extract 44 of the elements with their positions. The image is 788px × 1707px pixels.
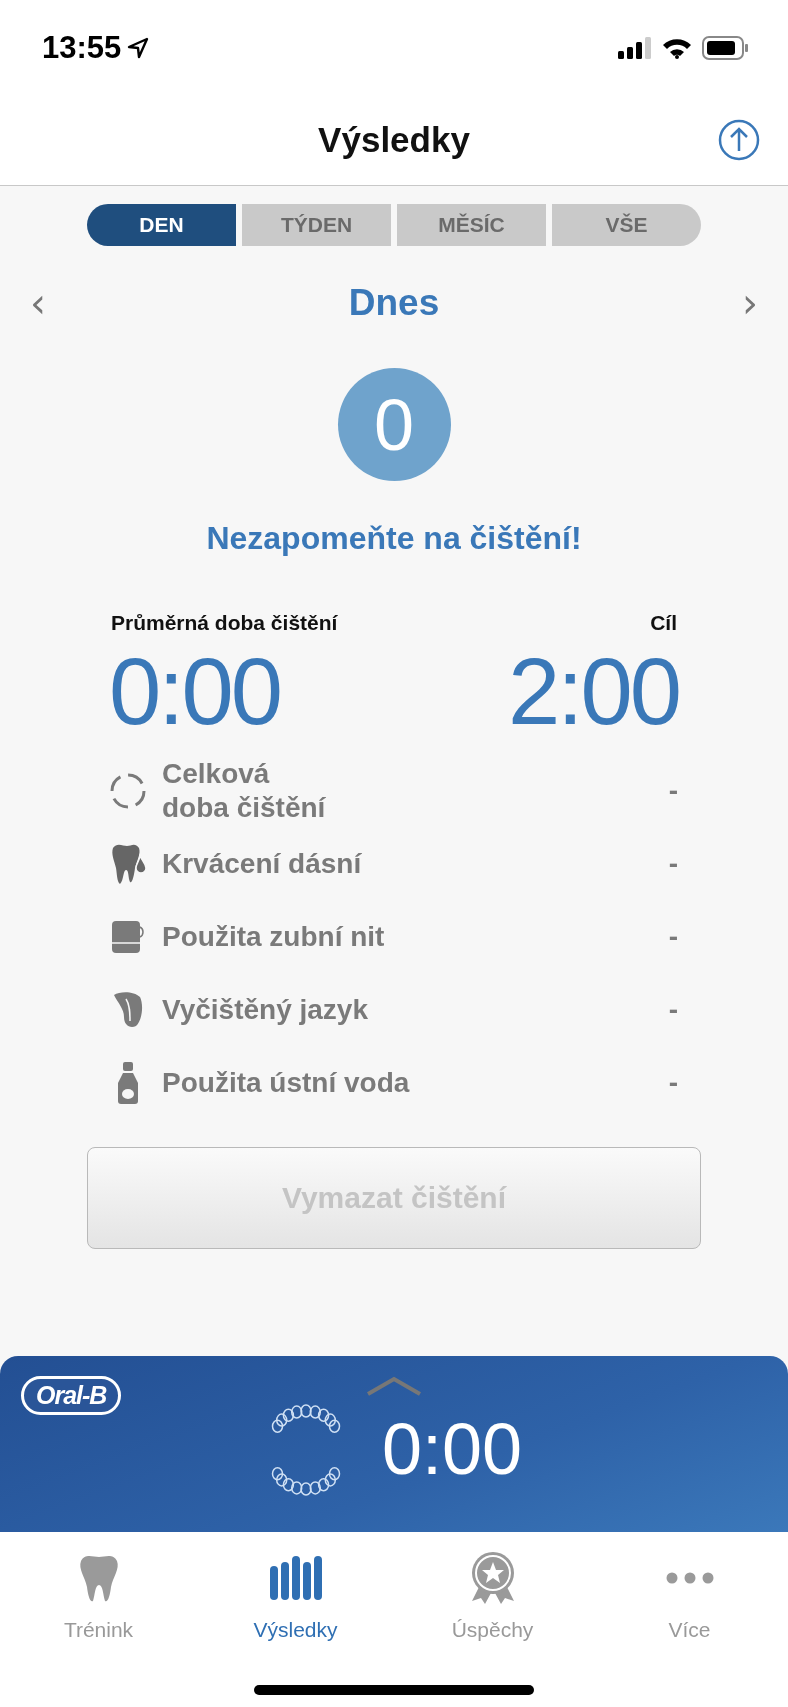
battery-icon xyxy=(702,35,748,60)
stat-label: Použita zubní nit xyxy=(161,919,386,954)
date-label: Dnes xyxy=(348,282,440,324)
period-tab[interactable]: VŠE xyxy=(552,204,701,246)
tongue-icon xyxy=(112,990,144,1029)
tab-bar-item[interactable]: Trénink xyxy=(0,1532,197,1662)
goal-label: Cíl xyxy=(650,610,677,636)
stat-value: - xyxy=(668,847,678,880)
stat-label: Použita ústní voda xyxy=(161,1065,411,1100)
upload-icon[interactable] xyxy=(718,119,760,161)
tab-bar-item[interactable]: Výsledky xyxy=(197,1532,394,1662)
average-label: Průměrná doba čištění xyxy=(111,610,338,636)
home-indicator[interactable] xyxy=(254,1685,534,1695)
stat-label: Krvácení dásní xyxy=(161,846,363,881)
next-day-button[interactable]: › xyxy=(736,280,764,326)
screen-title: Výsledky xyxy=(318,120,470,160)
average-time: 0:00 xyxy=(109,644,280,740)
period-tab[interactable]: MĚSÍC xyxy=(397,204,546,246)
brushing-timer: 0:00 xyxy=(381,1408,523,1490)
session-count: 0 xyxy=(337,368,451,481)
tab-bar-item[interactable]: Úspěchy xyxy=(394,1532,591,1662)
previous-day-button[interactable]: ‹ xyxy=(24,280,52,326)
brand-logo: Oral-B xyxy=(21,1376,122,1415)
bar-chart-icon xyxy=(269,1556,322,1600)
location-arrow-icon xyxy=(127,36,150,59)
stat-value: - xyxy=(668,993,678,1026)
goal-time: 2:00 xyxy=(508,644,679,740)
dashed-circle-icon xyxy=(109,771,147,810)
more-icon xyxy=(665,1572,714,1584)
bottle-icon xyxy=(115,1060,141,1105)
period-tab[interactable]: TÝDEN xyxy=(242,204,391,246)
chevron-up-icon[interactable] xyxy=(366,1376,422,1396)
stat-value: - xyxy=(668,1066,678,1099)
tab-bar-item[interactable]: Více xyxy=(591,1532,788,1662)
stat-value: - xyxy=(668,774,678,807)
reminder-text: Nezapomeňte na čištění! xyxy=(206,519,582,558)
stat-label: Vyčištěný jazyk xyxy=(161,992,369,1027)
signal-icon xyxy=(618,36,652,59)
wifi-icon xyxy=(662,36,692,59)
stat-label: Celková doba čištění xyxy=(161,756,327,825)
stat-value: - xyxy=(668,920,678,953)
period-tab[interactable]: DEN xyxy=(87,204,236,246)
floss-box-icon xyxy=(110,918,146,955)
clock-time: 13:55 xyxy=(42,29,122,66)
